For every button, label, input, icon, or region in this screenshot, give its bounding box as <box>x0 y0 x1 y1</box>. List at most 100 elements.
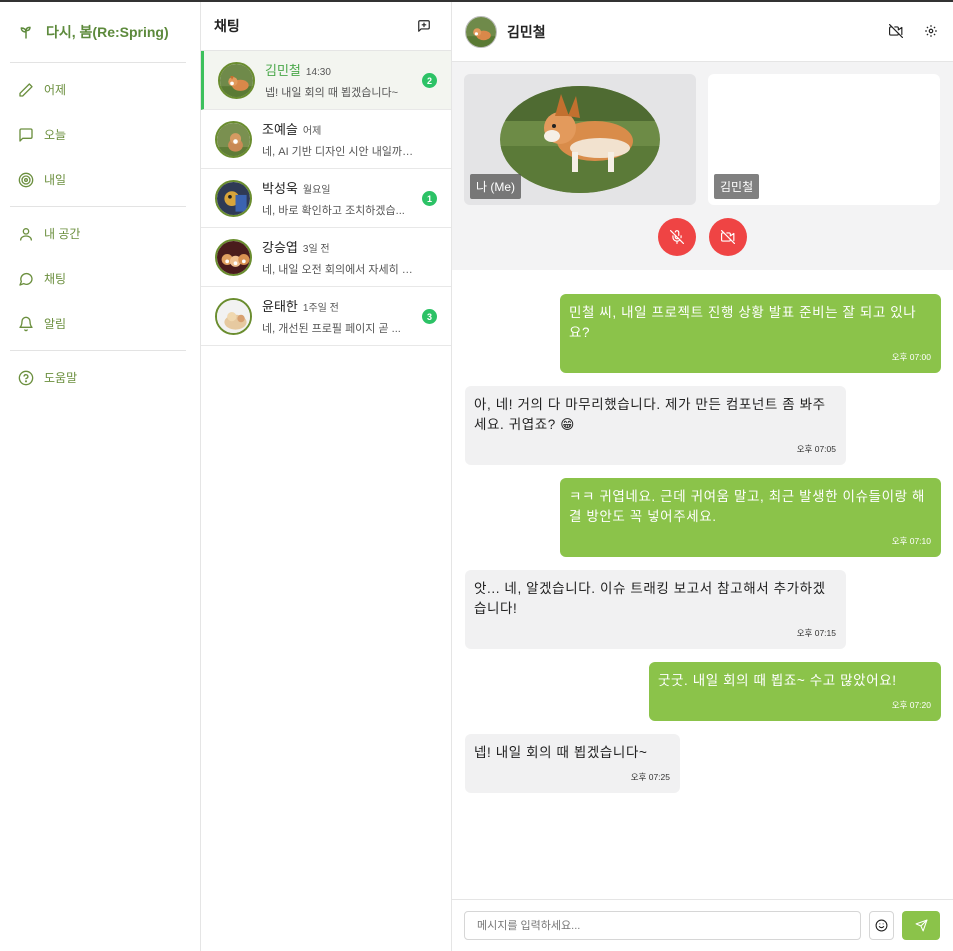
sidebar-item-tomorrow[interactable]: 내일 <box>10 157 186 202</box>
message-time: 오후 07:05 <box>796 444 836 454</box>
avatar <box>218 61 255 99</box>
pencil-icon <box>18 82 34 98</box>
message-time: 오후 07:25 <box>630 772 670 782</box>
contact-name: 김민철 <box>507 23 546 40</box>
sidebar-item-label: 채팅 <box>44 272 67 286</box>
chat-list-item[interactable]: 윤태한 1주일 전 네, 개선된 프로필 페이지 곧 ... 3 <box>201 287 451 346</box>
chat-list-item-body: 강승엽 3일 전 네, 내일 오전 회의에서 자세히 논... <box>262 237 420 277</box>
contact-avatar <box>465 15 497 48</box>
chat-preview: 넵! 내일 회의 때 뵙겠습니다~ <box>265 87 399 99</box>
chat-header: 김민철 <box>452 2 953 62</box>
sidebar: 다시, 봄(Re:Spring) 어제 오늘 내일 내 공간 채팅 알림 도움말 <box>0 2 201 951</box>
chat-list-item[interactable]: 김민철 14:30 넵! 내일 회의 때 뵙겠습니다~ 2 <box>201 51 451 110</box>
chat-name: 조예슬 <box>262 122 298 137</box>
new-chat-icon[interactable] <box>417 19 431 33</box>
sidebar-item-notifications[interactable]: 알림 <box>10 301 186 346</box>
sidebar-item-yesterday[interactable]: 어제 <box>10 67 186 112</box>
message-list: 민철 씨, 내일 프로젝트 진행 상황 발표 준비는 잘 되고 있나요? 오후 … <box>452 270 953 899</box>
chat-list-item[interactable]: 박성욱 월요일 네, 바로 확인하고 조치하겠습... 1 <box>201 169 451 228</box>
unread-badge: 3 <box>422 309 437 324</box>
message-bubble-received: 아, 네! 거의 다 마무리했습니다. 제가 만든 컴포넌트 좀 봐주세요. 귀… <box>465 386 846 465</box>
chat-bubble-icon <box>18 271 34 287</box>
nav-group-time: 어제 오늘 내일 <box>10 63 186 207</box>
help-circle-icon <box>18 370 34 386</box>
chat-name: 강승엽 <box>262 240 298 255</box>
chat-list-title: 채팅 <box>214 18 240 34</box>
chat-list-item[interactable]: 조예슬 어제 네, AI 기반 디자인 시안 내일까지... <box>201 110 451 169</box>
self-video-tile: 나 (Me) <box>464 74 696 205</box>
chat-preview: 네, 개선된 프로필 페이지 곧 ... <box>262 323 401 335</box>
message-time: 오후 07:00 <box>891 352 931 362</box>
nav-group-personal: 내 공간 채팅 알림 <box>10 207 186 351</box>
camera-off-icon <box>721 230 735 244</box>
avatar <box>215 297 252 335</box>
message-bubble-sent: 민철 씨, 내일 프로젝트 진행 상황 발표 준비는 잘 되고 있나요? 오후 … <box>560 294 941 373</box>
app-root: 다시, 봄(Re:Spring) 어제 오늘 내일 내 공간 채팅 알림 도움말… <box>0 2 953 951</box>
chat-list-item-body: 박성욱 월요일 네, 바로 확인하고 조치하겠습... <box>262 178 420 218</box>
video-call-area: 나 (Me) 김민철 <box>452 62 953 270</box>
chat-list-item-body: 윤태한 1주일 전 네, 개선된 프로필 페이지 곧 ... <box>262 296 420 336</box>
send-button[interactable] <box>902 911 940 940</box>
nav-group-help: 도움말 <box>10 351 186 404</box>
chat-time: 1주일 전 <box>302 303 339 314</box>
chat-time: 3일 전 <box>302 244 330 255</box>
sidebar-item-label: 오늘 <box>44 128 67 142</box>
unread-badge: 2 <box>422 73 437 88</box>
brand-name: 다시, 봄(Re:Spring) <box>46 24 169 40</box>
self-camera-feed <box>500 86 660 193</box>
chat-name: 박성욱 <box>262 181 298 196</box>
sidebar-item-my-space[interactable]: 내 공간 <box>10 211 186 256</box>
sidebar-item-label: 내일 <box>44 173 67 187</box>
message-time: 오후 07:15 <box>796 628 836 638</box>
avatar <box>215 179 252 217</box>
message-text: 민철 씨, 내일 프로젝트 진행 상황 발표 준비는 잘 되고 있나요? <box>569 305 917 340</box>
sprout-icon <box>18 24 34 40</box>
chat-list-item-body: 김민철 14:30 넵! 내일 회의 때 뵙겠습니다~ <box>265 60 423 100</box>
chat-time: 어제 <box>302 126 322 137</box>
message-text: 굿굿. 내일 회의 때 뵙죠~ 수고 많았어요! <box>658 673 897 688</box>
chat-list-header: 채팅 <box>201 2 451 51</box>
settings-gear-icon[interactable] <box>924 24 940 40</box>
message-text: 앗... 네, 알겠습니다. 이슈 트래킹 보고서 참고해서 추가하겠습니다! <box>474 581 826 616</box>
unread-badge: 1 <box>422 191 437 206</box>
message-text: 아, 네! 거의 다 마무리했습니다. 제가 만든 컴포넌트 좀 봐주세요. 귀… <box>474 397 826 432</box>
avatar <box>215 120 252 158</box>
chat-list-item[interactable]: 강승엽 3일 전 네, 내일 오전 회의에서 자세히 논... <box>201 228 451 287</box>
message-bubble-sent: 굿굿. 내일 회의 때 뵙죠~ 수고 많았어요! 오후 07:20 <box>649 662 941 721</box>
chat-main-panel: 김민철 나 (Me) 김민철 민철 씨, 내일 프로젝트 진행 상황 발표 준비… <box>452 2 953 951</box>
chat-list-item-body: 조예슬 어제 네, AI 기반 디자인 시안 내일까지... <box>262 119 420 159</box>
call-controls <box>464 218 941 256</box>
chat-list-panel: 채팅 김민철 14:30 넵! 내일 회의 때 뵙겠습니다~ 2 조예슬 어제 … <box>201 2 452 951</box>
sidebar-item-chat[interactable]: 채팅 <box>10 256 186 301</box>
message-input[interactable] <box>464 911 861 940</box>
message-composer <box>452 899 953 951</box>
sidebar-item-label: 도움말 <box>44 371 78 385</box>
message-text: 넵! 내일 회의 때 뵙겠습니다~ <box>474 745 648 760</box>
sidebar-item-today[interactable]: 오늘 <box>10 112 186 157</box>
video-off-icon[interactable] <box>889 23 905 40</box>
avatar <box>215 238 252 276</box>
peer-video-label: 김민철 <box>714 174 760 199</box>
smile-icon <box>875 919 888 932</box>
sidebar-item-label: 어제 <box>44 83 67 97</box>
peer-video-tile: 김민철 <box>708 74 940 205</box>
sidebar-item-label: 알림 <box>44 317 67 331</box>
send-icon <box>915 919 928 932</box>
chat-time: 14:30 <box>305 67 331 78</box>
chat-preview: 네, 내일 오전 회의에서 자세히 논... <box>262 264 420 276</box>
sidebar-item-help[interactable]: 도움말 <box>10 355 186 400</box>
mute-mic-button[interactable] <box>658 218 696 256</box>
message-text: ㅋㅋ 귀엽네요. 근데 귀여움 말고, 최근 발생한 이슈들이랑 해결 방안도 … <box>569 489 925 524</box>
self-video-label: 나 (Me) <box>470 174 522 199</box>
message-bubble-received: 앗... 네, 알겠습니다. 이슈 트래킹 보고서 참고해서 추가하겠습니다! … <box>465 570 846 649</box>
bell-icon <box>18 316 34 332</box>
chat-name: 윤태한 <box>262 299 298 314</box>
sidebar-item-label: 내 공간 <box>44 227 81 241</box>
chat-name: 김민철 <box>265 63 301 78</box>
brand[interactable]: 다시, 봄(Re:Spring) <box>10 2 186 63</box>
message-bubble-received: 넵! 내일 회의 때 뵙겠습니다~ 오후 07:25 <box>465 734 680 793</box>
emoji-button[interactable] <box>869 911 894 940</box>
camera-off-button[interactable] <box>709 218 747 256</box>
mic-off-icon <box>670 230 684 244</box>
message-time: 오후 07:20 <box>891 700 931 710</box>
